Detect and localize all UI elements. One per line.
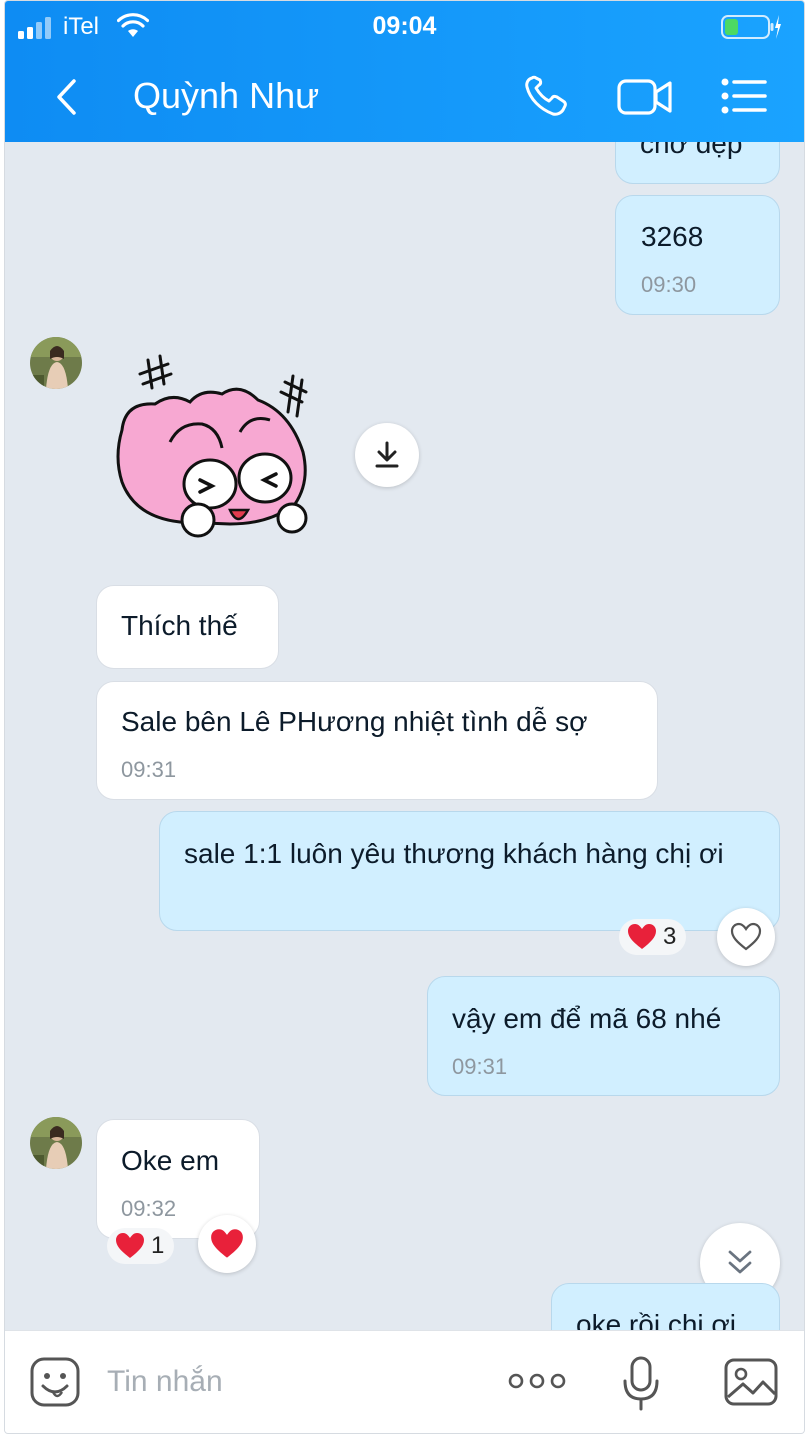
phone-screen: iTel 09:04 Quỳnh Như chờ đẹp 3268 09:30 … xyxy=(4,0,805,1434)
reaction-badge[interactable]: 1 xyxy=(107,1228,175,1264)
message-bubble-out[interactable]: oke rồi chị ơi xyxy=(551,1283,780,1330)
message-bubble-in[interactable]: Sale bên Lê PHương nhiệt tình dễ sợ 09:3… xyxy=(96,681,658,800)
wifi-icon xyxy=(117,13,149,37)
header: iTel 09:04 Quỳnh Như xyxy=(5,1,804,142)
sticker[interactable] xyxy=(110,352,320,542)
contact-name[interactable]: Quỳnh Như xyxy=(133,75,319,117)
message-text: chờ đẹp xyxy=(640,142,743,159)
download-button[interactable] xyxy=(355,423,419,487)
emoji-face-icon[interactable] xyxy=(29,1356,81,1408)
double-chevron-down-icon xyxy=(728,1250,752,1274)
message-text: Sale bên Lê PHương nhiệt tình dễ sợ xyxy=(121,706,588,737)
message-text: Oke em xyxy=(121,1145,220,1176)
phone-icon[interactable] xyxy=(522,75,570,119)
heart-icon xyxy=(628,924,656,949)
reaction-badge[interactable]: 3 xyxy=(619,919,687,955)
react-button[interactable] xyxy=(717,908,775,966)
image-icon[interactable] xyxy=(723,1357,779,1407)
heart-icon xyxy=(116,1233,144,1258)
heart-outline-icon xyxy=(730,922,762,951)
microphone-icon[interactable] xyxy=(621,1355,661,1413)
message-bubble-out[interactable]: chờ đẹp xyxy=(615,142,780,184)
message-text: Thích thế xyxy=(121,610,238,641)
message-text: vậy em để mã 68 nhé xyxy=(452,1003,722,1034)
heart-icon xyxy=(211,1229,243,1258)
reaction-count: 3 xyxy=(663,923,677,950)
message-bubble-out[interactable]: sale 1:1 luôn yêu thương khách hàng chị … xyxy=(159,811,780,931)
nav-bar: Quỳnh Như xyxy=(5,53,804,142)
message-text: sale 1:1 luôn yêu thương khách hàng chị … xyxy=(184,838,724,869)
download-icon xyxy=(375,441,399,468)
message-text: 3268 xyxy=(641,221,704,252)
chevron-left-icon[interactable] xyxy=(51,77,81,117)
message-time: 09:31 xyxy=(121,757,177,782)
status-bar: iTel 09:04 xyxy=(5,1,804,53)
avatar[interactable] xyxy=(30,1117,82,1169)
list-menu-icon[interactable] xyxy=(720,77,768,115)
avatar[interactable] xyxy=(30,337,82,389)
react-button[interactable] xyxy=(198,1215,256,1273)
reaction-count: 1 xyxy=(151,1232,165,1259)
more-dots-icon[interactable] xyxy=(507,1371,567,1391)
video-camera-icon[interactable] xyxy=(616,75,674,119)
message-time: 09:30 xyxy=(641,272,697,297)
signal-icon xyxy=(18,17,51,39)
message-time: 09:31 xyxy=(452,1054,508,1079)
composer-bar: Tin nhắn xyxy=(5,1330,804,1433)
message-bubble-out[interactable]: vậy em để mã 68 nhé 09:31 xyxy=(427,976,780,1096)
message-text: oke rồi chị ơi xyxy=(576,1309,736,1330)
message-bubble-in[interactable]: Thích thế xyxy=(96,585,279,669)
battery-icon xyxy=(721,15,781,39)
chat-area[interactable]: chờ đẹp 3268 09:30 Thích thế Sale bên Lê… xyxy=(5,142,804,1330)
message-input[interactable]: Tin nhắn xyxy=(107,1365,223,1399)
carrier-label: iTel xyxy=(63,13,100,40)
message-bubble-out[interactable]: 3268 09:30 xyxy=(615,195,780,315)
